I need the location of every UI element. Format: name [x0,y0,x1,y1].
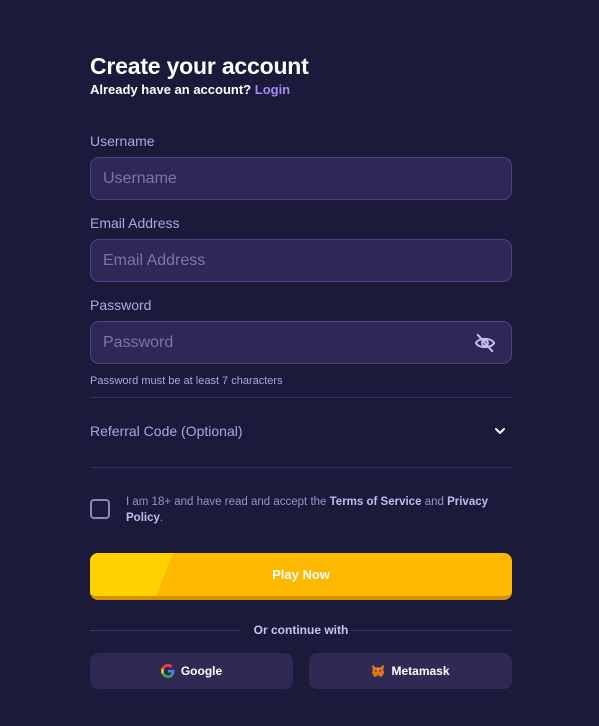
login-prompt-text: Already have an account? [90,82,252,97]
login-link[interactable]: Login [255,82,290,97]
google-button[interactable]: Google [90,653,293,689]
terms-and: and [424,496,444,508]
email-input[interactable] [91,240,511,281]
login-prompt: Already have an account? Login [90,82,290,97]
referral-label: Referral Code (Optional) [90,423,243,439]
metamask-fox-icon [372,664,385,678]
play-now-button[interactable]: Play Now [90,553,512,600]
page-title: Create your account [90,53,309,79]
terms-of-service-link[interactable]: Terms of Service [330,496,422,508]
or-divider: Or continue with [90,622,512,638]
username-input[interactable] [91,158,511,199]
divider-bottom [90,467,512,468]
email-field-wrapper [90,239,512,282]
referral-toggle[interactable]: Referral Code (Optional) [90,398,512,468]
chevron-down-icon [495,428,505,434]
terms-prefix: I am 18+ and have read and accept the [126,496,327,508]
google-icon [160,664,175,678]
metamask-label: Metamask [391,664,450,678]
terms-text: I am 18+ and have read and accept the Te… [126,494,516,526]
google-label: Google [180,664,223,678]
eye-off-icon[interactable] [474,333,496,353]
terms-checkbox[interactable] [90,499,110,519]
play-now-label: Play Now [272,567,330,582]
password-hint: Password must be at least 7 characters [90,375,283,387]
or-line-right [350,630,512,631]
terms-suffix: . [159,512,164,524]
username-label: Username [90,133,155,149]
username-field-wrapper [90,157,512,200]
metamask-button[interactable]: Metamask [309,653,512,689]
email-label: Email Address [90,215,180,231]
password-label: Password [90,297,152,313]
password-input[interactable] [91,322,511,363]
password-field-wrapper [90,321,512,364]
